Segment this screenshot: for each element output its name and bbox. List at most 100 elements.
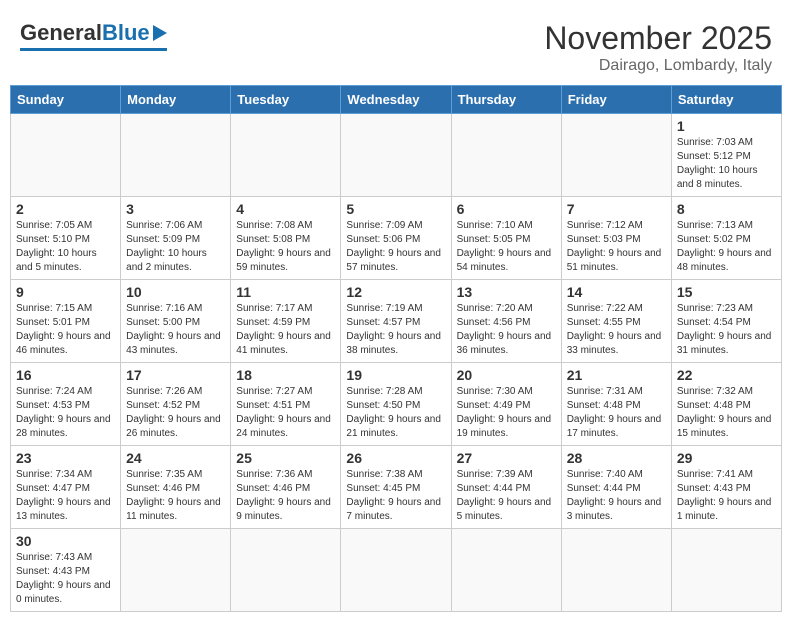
day-info: Sunrise: 7:38 AM Sunset: 4:45 PM Dayligh… xyxy=(346,468,445,524)
day-number: 2 xyxy=(16,201,115,217)
table-row: 15Sunrise: 7:23 AM Sunset: 4:54 PM Dayli… xyxy=(671,280,781,363)
location-title: Dairago, Lombardy, Italy xyxy=(544,57,772,75)
col-monday: Monday xyxy=(121,86,231,114)
table-row: 23Sunrise: 7:34 AM Sunset: 4:47 PM Dayli… xyxy=(11,446,121,529)
table-row: 12 Sunrise: 7:19 AM Sunset: 4:57 PM Dayli… xyxy=(341,280,451,363)
day-info: Sunrise: 7:09 AM Sunset: 5:06 PM Dayligh… xyxy=(346,219,445,275)
day-info: Sunrise: 7:22 AM Sunset: 4:55 PM Dayligh… xyxy=(567,302,666,358)
day-info: Sunrise: 7:12 AM Sunset: 5:03 PM Dayligh… xyxy=(567,219,666,275)
day-number: 21 xyxy=(567,367,666,383)
table-row: 1Sunrise: 7:03 AM Sunset: 5:12 PM Daylig… xyxy=(671,114,781,197)
day-info: Sunrise: 7:08 AM Sunset: 5:08 PM Dayligh… xyxy=(236,219,335,275)
table-row xyxy=(671,529,781,612)
day-number: 23 xyxy=(16,450,115,466)
calendar-week-row: 2 Sunrise: 7:05 AM Sunset: 5:10 PM Daylig… xyxy=(11,197,782,280)
table-row: 21Sunrise: 7:31 AM Sunset: 4:48 PM Dayli… xyxy=(561,363,671,446)
title-area: November 2025 Dairago, Lombardy, Italy xyxy=(544,20,772,75)
table-row xyxy=(121,114,231,197)
table-row: 13 Sunrise: 7:20 AM Sunset: 4:56 PM Dayli… xyxy=(451,280,561,363)
day-number: 11 xyxy=(236,284,335,300)
day-number: 17 xyxy=(126,367,225,383)
col-thursday: Thursday xyxy=(451,86,561,114)
table-row: 18Sunrise: 7:27 AM Sunset: 4:51 PM Dayli… xyxy=(231,363,341,446)
day-number: 22 xyxy=(677,367,776,383)
table-row: 7 Sunrise: 7:12 AM Sunset: 5:03 PM Daylig… xyxy=(561,197,671,280)
day-info: Sunrise: 7:32 AM Sunset: 4:48 PM Dayligh… xyxy=(677,385,776,441)
day-number: 20 xyxy=(457,367,556,383)
day-info: Sunrise: 7:26 AM Sunset: 4:52 PM Dayligh… xyxy=(126,385,225,441)
logo: General Blue xyxy=(20,20,167,51)
day-info: Sunrise: 7:17 AM Sunset: 4:59 PM Dayligh… xyxy=(236,302,335,358)
day-info: Sunrise: 7:24 AM Sunset: 4:53 PM Dayligh… xyxy=(16,385,115,441)
calendar-week-row: 16 Sunrise: 7:24 AM Sunset: 4:53 PM Dayli… xyxy=(11,363,782,446)
col-sunday: Sunday xyxy=(11,86,121,114)
table-row: 4 Sunrise: 7:08 AM Sunset: 5:08 PM Daylig… xyxy=(231,197,341,280)
table-row xyxy=(231,114,341,197)
table-row: 8 Sunrise: 7:13 AM Sunset: 5:02 PM Daylig… xyxy=(671,197,781,280)
day-info: Sunrise: 7:15 AM Sunset: 5:01 PM Dayligh… xyxy=(16,302,115,358)
logo-blue-text: Blue xyxy=(102,20,150,46)
calendar-week-row: 23Sunrise: 7:34 AM Sunset: 4:47 PM Dayli… xyxy=(11,446,782,529)
day-number: 26 xyxy=(346,450,445,466)
day-number: 7 xyxy=(567,201,666,217)
table-row xyxy=(231,529,341,612)
day-number: 24 xyxy=(126,450,225,466)
day-number: 28 xyxy=(567,450,666,466)
col-tuesday: Tuesday xyxy=(231,86,341,114)
day-number: 5 xyxy=(346,201,445,217)
table-row: 29 Sunrise: 7:41 AM Sunset: 4:43 PM Dayli… xyxy=(671,446,781,529)
header: General Blue November 2025 Dairago, Lomb… xyxy=(10,10,782,85)
table-row: 11 Sunrise: 7:17 AM Sunset: 4:59 PM Dayli… xyxy=(231,280,341,363)
table-row xyxy=(11,114,121,197)
day-info: Sunrise: 7:19 AM Sunset: 4:57 PM Dayligh… xyxy=(346,302,445,358)
table-row xyxy=(451,114,561,197)
day-number: 4 xyxy=(236,201,335,217)
day-info: Sunrise: 7:40 AM Sunset: 4:44 PM Dayligh… xyxy=(567,468,666,524)
table-row: 19 Sunrise: 7:28 AM Sunset: 4:50 PM Dayli… xyxy=(341,363,451,446)
day-info: Sunrise: 7:36 AM Sunset: 4:46 PM Dayligh… xyxy=(236,468,335,524)
logo-triangle-icon xyxy=(153,25,167,41)
day-number: 1 xyxy=(677,118,776,134)
table-row: 26 Sunrise: 7:38 AM Sunset: 4:45 PM Dayli… xyxy=(341,446,451,529)
table-row: 2 Sunrise: 7:05 AM Sunset: 5:10 PM Daylig… xyxy=(11,197,121,280)
table-row xyxy=(341,114,451,197)
table-row: 28 Sunrise: 7:40 AM Sunset: 4:44 PM Dayli… xyxy=(561,446,671,529)
day-number: 16 xyxy=(16,367,115,383)
table-row xyxy=(341,529,451,612)
day-info: Sunrise: 7:16 AM Sunset: 5:00 PM Dayligh… xyxy=(126,302,225,358)
day-number: 3 xyxy=(126,201,225,217)
day-info: Sunrise: 7:28 AM Sunset: 4:50 PM Dayligh… xyxy=(346,385,445,441)
day-info: Sunrise: 7:10 AM Sunset: 5:05 PM Dayligh… xyxy=(457,219,556,275)
day-info: Sunrise: 7:43 AM Sunset: 4:43 PM Dayligh… xyxy=(16,551,115,607)
table-row xyxy=(561,114,671,197)
day-info: Sunrise: 7:05 AM Sunset: 5:10 PM Dayligh… xyxy=(16,219,115,275)
table-row: 27Sunrise: 7:39 AM Sunset: 4:44 PM Dayli… xyxy=(451,446,561,529)
day-number: 12 xyxy=(346,284,445,300)
day-number: 13 xyxy=(457,284,556,300)
col-saturday: Saturday xyxy=(671,86,781,114)
day-number: 6 xyxy=(457,201,556,217)
table-row: 20 Sunrise: 7:30 AM Sunset: 4:49 PM Dayli… xyxy=(451,363,561,446)
col-friday: Friday xyxy=(561,86,671,114)
table-row xyxy=(451,529,561,612)
table-row: 30Sunrise: 7:43 AM Sunset: 4:43 PM Dayli… xyxy=(11,529,121,612)
day-info: Sunrise: 7:39 AM Sunset: 4:44 PM Dayligh… xyxy=(457,468,556,524)
logo-general-text: General xyxy=(20,20,102,46)
day-number: 18 xyxy=(236,367,335,383)
table-row: 25 Sunrise: 7:36 AM Sunset: 4:46 PM Dayli… xyxy=(231,446,341,529)
day-info: Sunrise: 7:30 AM Sunset: 4:49 PM Dayligh… xyxy=(457,385,556,441)
day-number: 29 xyxy=(677,450,776,466)
table-row: 5 Sunrise: 7:09 AM Sunset: 5:06 PM Daylig… xyxy=(341,197,451,280)
day-number: 8 xyxy=(677,201,776,217)
day-info: Sunrise: 7:41 AM Sunset: 4:43 PM Dayligh… xyxy=(677,468,776,524)
calendar-week-row: 9 Sunrise: 7:15 AM Sunset: 5:01 PM Daylig… xyxy=(11,280,782,363)
table-row: 9 Sunrise: 7:15 AM Sunset: 5:01 PM Daylig… xyxy=(11,280,121,363)
day-number: 9 xyxy=(16,284,115,300)
day-number: 19 xyxy=(346,367,445,383)
day-number: 25 xyxy=(236,450,335,466)
day-info: Sunrise: 7:20 AM Sunset: 4:56 PM Dayligh… xyxy=(457,302,556,358)
day-info: Sunrise: 7:13 AM Sunset: 5:02 PM Dayligh… xyxy=(677,219,776,275)
table-row: 10Sunrise: 7:16 AM Sunset: 5:00 PM Dayli… xyxy=(121,280,231,363)
day-number: 14 xyxy=(567,284,666,300)
table-row: 24Sunrise: 7:35 AM Sunset: 4:46 PM Dayli… xyxy=(121,446,231,529)
